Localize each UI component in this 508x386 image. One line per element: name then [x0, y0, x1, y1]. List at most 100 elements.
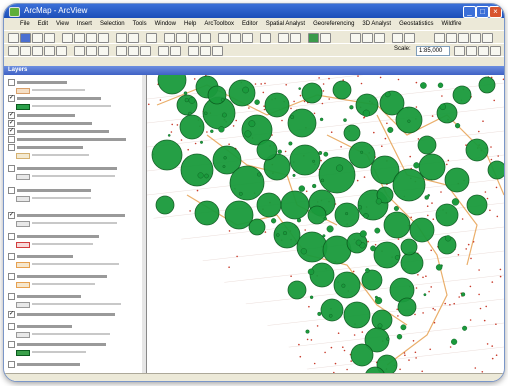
toc-scrollbar[interactable]	[142, 75, 146, 381]
layer-visibility-checkbox[interactable]	[8, 341, 15, 348]
map-display[interactable]	[146, 34, 504, 381]
layer-visibility-checkbox[interactable]	[8, 361, 15, 368]
extension-icon-2[interactable]	[446, 33, 457, 43]
layer-visibility-checkbox[interactable]	[8, 323, 15, 330]
extension-icon-3[interactable]	[458, 33, 469, 43]
toc-layer-21[interactable]	[8, 281, 140, 289]
layer-visibility-checkbox[interactable]: ✓	[8, 128, 15, 135]
zoom-box-icon[interactable]	[20, 46, 31, 56]
close-button[interactable]: ×	[489, 6, 502, 18]
extension-icon-5[interactable]	[482, 33, 493, 43]
menu-item-0[interactable]: File	[20, 18, 30, 30]
rectangle-icon[interactable]	[140, 46, 151, 56]
menu-item-4[interactable]: Selection	[100, 18, 125, 30]
italic-icon[interactable]	[200, 46, 211, 56]
fill-color-icon[interactable]	[170, 46, 181, 56]
text-icon[interactable]	[128, 46, 139, 56]
layer-visibility-checkbox[interactable]	[8, 79, 15, 86]
toolbox-icon[interactable]	[308, 33, 319, 43]
toc-layer-3[interactable]	[8, 103, 140, 111]
command-line-icon[interactable]	[320, 33, 331, 43]
hyperlink-icon[interactable]	[86, 46, 97, 56]
toc-layer-28[interactable]	[8, 349, 140, 357]
layer-visibility-checkbox[interactable]	[8, 165, 15, 172]
menu-item-11[interactable]: Georeferencing	[313, 18, 354, 30]
add-data-icon[interactable]	[146, 33, 157, 43]
layer-visibility-checkbox[interactable]	[8, 293, 15, 300]
underline-icon[interactable]	[212, 46, 223, 56]
draw-icon[interactable]	[116, 46, 127, 56]
paste-icon[interactable]	[98, 33, 109, 43]
forward-extent-icon[interactable]	[56, 46, 67, 56]
layer-visibility-checkbox[interactable]: ✓	[8, 212, 15, 219]
swipe-icon[interactable]	[478, 46, 489, 56]
bold-icon[interactable]	[188, 46, 199, 56]
extension-icon-1[interactable]	[434, 33, 445, 43]
identify-icon[interactable]	[230, 33, 241, 43]
font-color-icon[interactable]	[158, 46, 169, 56]
layer-visibility-checkbox[interactable]	[8, 233, 15, 240]
measure-distance-icon[interactable]	[466, 46, 477, 56]
toc-layer-4[interactable]: ✓	[8, 112, 140, 120]
layer-visibility-checkbox[interactable]: ✓	[8, 112, 15, 119]
toc-layer-8[interactable]	[8, 144, 140, 152]
toc-layer-11[interactable]	[8, 173, 140, 181]
scale-input[interactable]: 1:85,000	[416, 46, 450, 56]
toc-layer-14[interactable]: ✓	[8, 212, 140, 220]
menu-item-2[interactable]: View	[56, 18, 69, 30]
toc-layer-9[interactable]	[8, 152, 140, 160]
open-icon[interactable]	[32, 33, 43, 43]
toc-layer-1[interactable]	[8, 87, 140, 95]
toc-layer-10[interactable]	[8, 165, 140, 173]
toc-layer-27[interactable]	[8, 341, 140, 349]
layer-visibility-checkbox[interactable]	[8, 144, 15, 151]
minimize-button[interactable]: _	[463, 6, 476, 18]
menu-item-8[interactable]: ArcToolbox	[204, 18, 234, 30]
toc-layer-0[interactable]	[8, 79, 140, 87]
layer-visibility-checkbox[interactable]	[8, 273, 15, 280]
help-icon[interactable]	[392, 33, 403, 43]
redo-icon[interactable]	[128, 33, 139, 43]
maximize-button[interactable]: □	[476, 6, 489, 18]
zoom-out-icon[interactable]	[176, 33, 187, 43]
layer-visibility-checkbox[interactable]: ✓	[8, 95, 15, 102]
menu-item-5[interactable]: Tools	[133, 18, 147, 30]
print-icon[interactable]	[62, 33, 73, 43]
layer-visibility-checkbox[interactable]	[8, 136, 15, 143]
menu-item-13[interactable]: Geostatistics	[399, 18, 433, 30]
toc-layer-23[interactable]	[8, 301, 140, 309]
refresh-icon[interactable]	[374, 33, 385, 43]
full-extent-icon[interactable]	[200, 33, 211, 43]
menu-item-9[interactable]: Editor	[242, 18, 258, 30]
toc-layer-2[interactable]: ✓	[8, 95, 140, 103]
copy-icon[interactable]	[86, 33, 97, 43]
toc-layer-17[interactable]	[8, 241, 140, 249]
new-document-icon[interactable]	[8, 33, 19, 43]
find-icon[interactable]	[242, 33, 253, 43]
toc-layer-12[interactable]	[8, 187, 140, 195]
toc-layer-24[interactable]: ✓	[8, 311, 140, 319]
extension-icon-4[interactable]	[470, 33, 481, 43]
zoom-fixed-icon[interactable]	[32, 46, 43, 56]
toc-layer-18[interactable]	[8, 253, 140, 261]
toc-layer-13[interactable]	[8, 195, 140, 203]
zoom-to-layer-icon[interactable]	[454, 46, 465, 56]
html-popup-icon[interactable]	[98, 46, 109, 56]
what-is-this-icon[interactable]	[404, 33, 415, 43]
toc-layer-16[interactable]	[8, 233, 140, 241]
layout-icon[interactable]	[350, 33, 361, 43]
back-extent-icon[interactable]	[44, 46, 55, 56]
toc-layer-19[interactable]	[8, 261, 140, 269]
menu-item-1[interactable]: Edit	[38, 18, 48, 30]
select-elements-icon[interactable]	[74, 46, 85, 56]
toc-layer-6[interactable]: ✓	[8, 128, 140, 136]
toc-layer-22[interactable]	[8, 293, 140, 301]
layer-visibility-checkbox[interactable]: ✓	[8, 120, 15, 127]
toc-layer-15[interactable]	[8, 220, 140, 228]
menu-item-7[interactable]: Help	[184, 18, 196, 30]
undo-icon[interactable]	[116, 33, 127, 43]
magnifier-icon[interactable]	[490, 46, 501, 56]
editor-icon[interactable]	[278, 33, 289, 43]
layer-visibility-checkbox[interactable]	[8, 253, 15, 260]
toc-layer-5[interactable]: ✓	[8, 120, 140, 128]
